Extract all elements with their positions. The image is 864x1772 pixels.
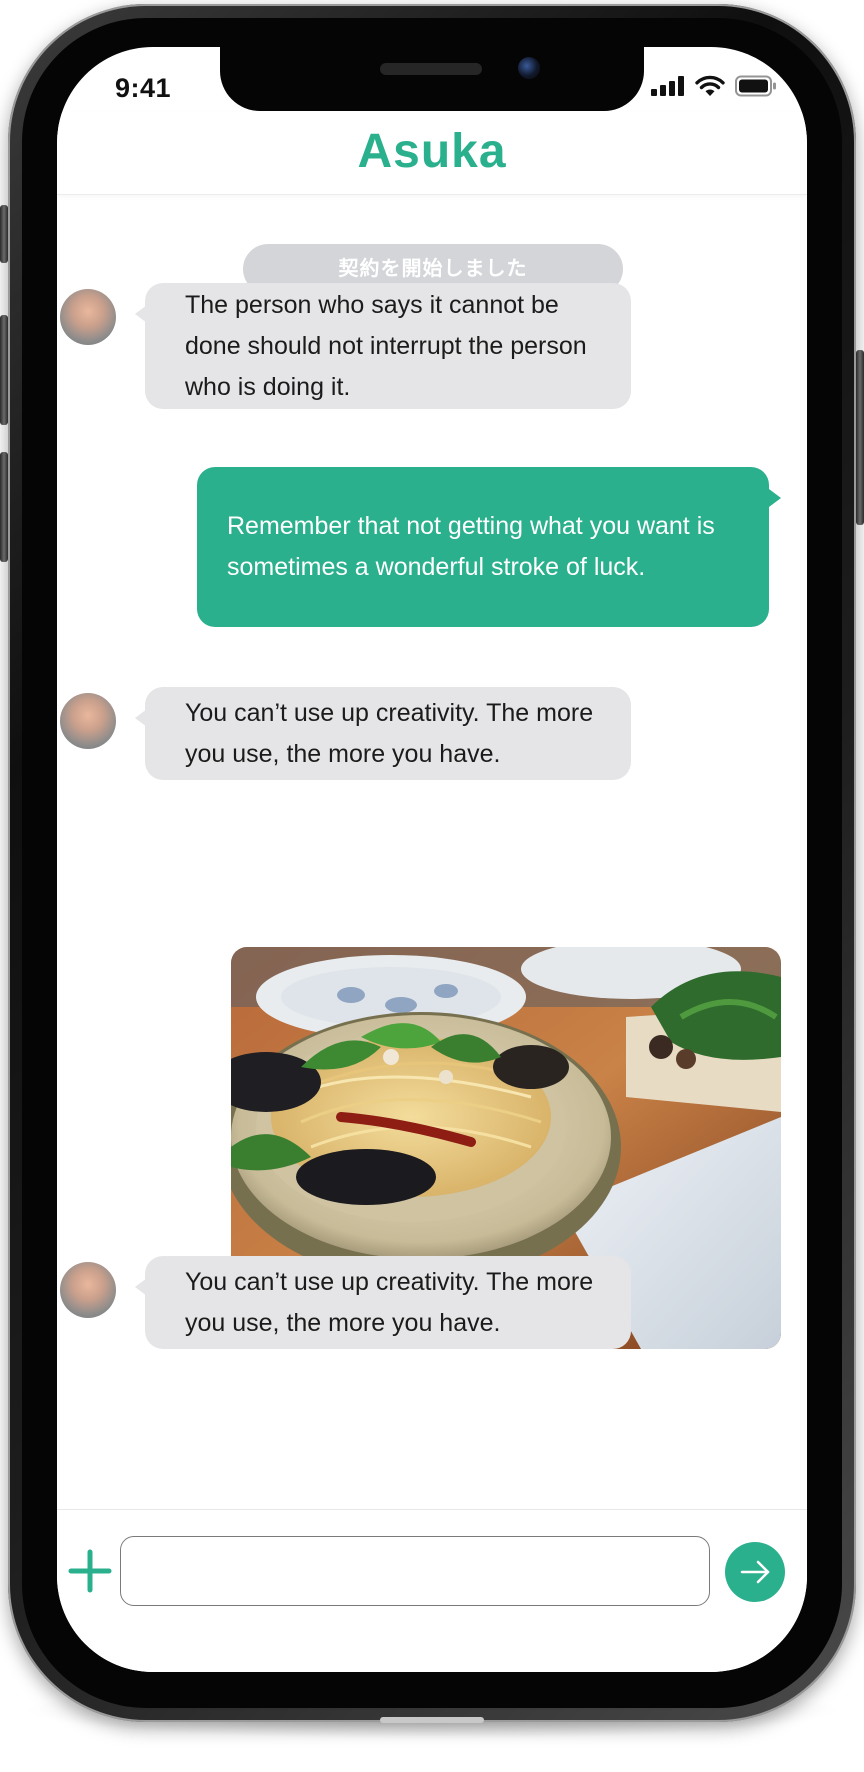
status-time: 9:41	[115, 73, 172, 103]
power-button	[856, 350, 864, 525]
avatar[interactable]	[60, 1262, 116, 1318]
battery-icon	[735, 75, 776, 97]
contact-name: Asuka	[357, 125, 507, 178]
chat-header: Asuka	[57, 112, 807, 195]
message-text: Remember that not getting what you want …	[227, 512, 715, 581]
silent-switch	[0, 205, 8, 263]
plus-icon[interactable]	[67, 1548, 113, 1594]
arrow-right-icon	[740, 1560, 770, 1584]
message-input[interactable]	[120, 1536, 710, 1606]
message-text: You can’t use up creativity. The more yo…	[185, 698, 594, 768]
phone-screen: 9:41 Asuka 契約を開始しました The person who says…	[57, 47, 807, 1672]
volume-down-button	[0, 452, 8, 562]
message-bubble-incoming: You can’t use up creativity. The more yo…	[135, 1256, 631, 1349]
send-button[interactable]	[725, 1542, 785, 1602]
cellular-signal-icon	[651, 76, 684, 96]
message-composer	[57, 1509, 807, 1672]
message-bubble-incoming: The person who says it cannot be done sh…	[135, 283, 631, 409]
message-text: The person who says it cannot be done sh…	[185, 290, 587, 401]
avatar[interactable]	[60, 289, 116, 345]
home-indicator	[380, 1717, 484, 1723]
notch	[220, 47, 644, 111]
message-bubble-outgoing: Remember that not getting what you want …	[197, 467, 781, 627]
speaker-grille	[380, 63, 482, 75]
wifi-icon	[695, 75, 725, 96]
volume-up-button	[0, 315, 8, 425]
avatar[interactable]	[60, 693, 116, 749]
message-text: You can’t use up creativity. The more yo…	[185, 1267, 594, 1337]
message-bubble-incoming: You can’t use up creativity. The more yo…	[135, 687, 631, 780]
stage: 9:41 Asuka 契約を開始しました The person who says…	[0, 0, 864, 1772]
status-icons	[651, 75, 777, 97]
front-camera	[518, 57, 540, 79]
